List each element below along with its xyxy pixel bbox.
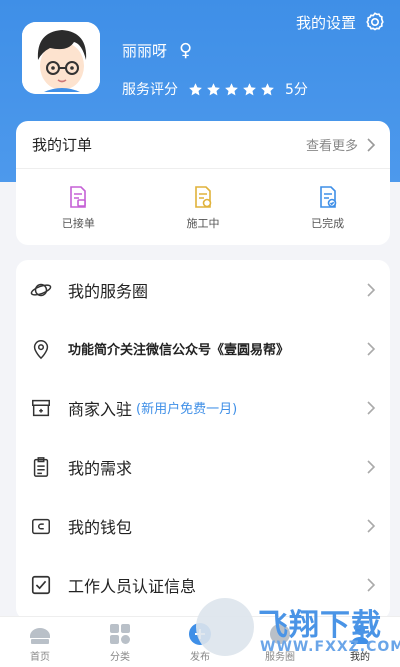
orders-title: 我的订单 (32, 136, 93, 154)
star-icon (189, 82, 202, 95)
menu-item-label: 我的服务圈 (68, 281, 149, 301)
menu-item-label: 商家入驻 (68, 399, 133, 419)
user-info: 丽丽呀 ♀ (122, 40, 192, 61)
menu-item-label-group: 商家入驻 (新用户免费一月) (68, 396, 366, 420)
order-status-row: 已接单 施工中 已完成 (16, 169, 390, 231)
tab-home[interactable]: 首页 (5, 622, 75, 663)
wallet-icon (30, 515, 52, 537)
menu-item-wallet[interactable]: 我的钱包 (16, 496, 390, 555)
tab-service-circle[interactable]: 服务圈 (245, 622, 315, 663)
promo-note: (新用户免费一月) (136, 402, 238, 417)
chevron-right-icon (367, 137, 376, 152)
order-status-accepted[interactable]: 已接单 (33, 185, 123, 231)
profile-icon (351, 625, 369, 644)
order-status-label: 已接单 (61, 217, 95, 230)
menu-item-label: 工作人员认证信息 (68, 576, 197, 596)
checkbox-icon (30, 574, 52, 596)
category-icon (110, 624, 130, 644)
menu-item-staff-verification[interactable]: 工作人员认证信息 (16, 555, 390, 614)
tab-category[interactable]: 分类 (85, 622, 155, 663)
tab-label: 首页 (30, 652, 50, 663)
star-icon (225, 82, 238, 95)
order-in-progress-icon (195, 186, 212, 208)
publish-icon (189, 623, 211, 645)
planet-icon (30, 279, 52, 301)
service-circle-icon (270, 624, 290, 644)
tab-label: 发布 (190, 652, 210, 663)
chevron-right-icon (367, 341, 376, 356)
location-pin-icon (30, 338, 52, 360)
chevron-right-icon (367, 400, 376, 415)
menu-item-merchant-join[interactable]: 商家入驻 (新用户免费一月) (16, 378, 390, 437)
chevron-right-icon (367, 459, 376, 474)
rating-label: 服务评分 (122, 82, 178, 98)
menu-item-my-needs[interactable]: 我的需求 (16, 437, 390, 496)
chevron-right-icon (367, 282, 376, 297)
order-completed-icon (319, 186, 336, 208)
tab-profile[interactable]: 我的 (325, 622, 395, 663)
orders-header: 我的订单 查看更多 (16, 121, 390, 169)
order-accepted-icon (70, 186, 87, 208)
tab-publish[interactable]: 发布 (165, 622, 235, 663)
chevron-right-icon (367, 518, 376, 533)
view-more-label: 查看更多 (305, 139, 358, 154)
settings-button[interactable]: 我的设置 (296, 11, 386, 33)
order-status-completed[interactable]: 已完成 (283, 185, 373, 231)
star-icon (261, 82, 274, 95)
gear-icon (366, 12, 384, 31)
tab-label: 分类 (110, 652, 130, 663)
store-icon (30, 397, 52, 419)
star-icon (243, 82, 256, 95)
orders-card: 我的订单 查看更多 已接单 施工中 已完成 (16, 121, 390, 245)
star-icon (207, 82, 220, 95)
user-name: 丽丽呀 (122, 42, 168, 60)
menu-item-label: 功能简介关注微信公众号《壹圆易帮》 (68, 343, 290, 358)
menu-item-wechat-info[interactable]: 功能简介关注微信公众号《壹圆易帮》 (16, 319, 390, 378)
tab-label: 我的 (350, 652, 370, 663)
order-status-label: 施工中 (186, 217, 220, 230)
service-rating: 服务评分 5分 (122, 79, 308, 99)
clipboard-icon (30, 456, 52, 478)
order-status-label: 已完成 (311, 217, 345, 230)
rating-value: 5分 (285, 82, 308, 98)
settings-label: 我的设置 (295, 13, 356, 32)
bottom-tab-bar: 首页 分类 发布 服务圈 我的 (0, 616, 400, 667)
menu-card: 我的服务圈 功能简介关注微信公众号《壹圆易帮》 商家入驻 (新用户免费一月) 我… (16, 260, 390, 620)
avatar[interactable] (22, 22, 100, 94)
order-status-in-progress[interactable]: 施工中 (158, 185, 248, 231)
rating-stars (188, 82, 275, 97)
home-icon (30, 628, 50, 644)
tab-label: 服务圈 (265, 652, 295, 663)
menu-item-service-circle[interactable]: 我的服务圈 (16, 260, 390, 319)
menu-item-label: 我的钱包 (68, 517, 133, 537)
menu-item-label: 我的需求 (68, 458, 133, 478)
avatar-illustration (22, 22, 100, 94)
chevron-right-icon (367, 577, 376, 592)
gender-female-icon: ♀ (179, 40, 193, 61)
view-more-link[interactable]: 查看更多 (306, 135, 376, 154)
